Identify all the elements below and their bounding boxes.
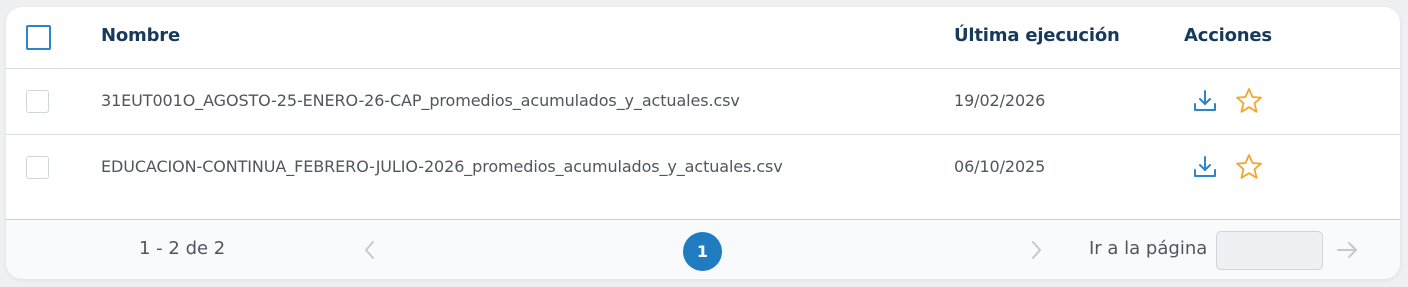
star-icon[interactable]: [1234, 152, 1264, 182]
arrow-right-icon[interactable]: [1335, 238, 1359, 262]
download-icon[interactable]: [1190, 152, 1220, 182]
files-table-card: Nombre Última ejecución Acciones 31EUT00…: [6, 7, 1400, 279]
table-row: EDUCACION-CONTINUA_FEBRERO-JULIO-2026_pr…: [6, 135, 1400, 200]
table-header: Nombre Última ejecución Acciones: [6, 7, 1400, 69]
current-page-button[interactable]: 1: [683, 232, 722, 271]
pagination-bar: 1 - 2 de 2 1 Ir a la página: [6, 219, 1400, 279]
last-run-date: 06/10/2025: [954, 157, 1046, 176]
file-name: EDUCACION-CONTINUA_FEBRERO-JULIO-2026_pr…: [101, 157, 783, 176]
file-name: 31EUT001O_AGOSTO-25-ENERO-26-CAP_promedi…: [101, 91, 740, 110]
column-header-last-run[interactable]: Última ejecución: [954, 25, 1120, 46]
column-header-actions: Acciones: [1184, 25, 1272, 46]
row-checkbox[interactable]: [26, 156, 49, 179]
goto-page-input[interactable]: [1216, 231, 1323, 270]
row-checkbox[interactable]: [26, 90, 49, 113]
star-icon[interactable]: [1234, 86, 1264, 116]
select-all-checkbox[interactable]: [26, 25, 51, 50]
chevron-right-icon[interactable]: [1024, 238, 1048, 262]
download-icon[interactable]: [1190, 86, 1220, 116]
goto-page-label: Ir a la página: [1089, 238, 1208, 259]
table-row: 31EUT001O_AGOSTO-25-ENERO-26-CAP_promedi…: [6, 69, 1400, 135]
pagination-range: 1 - 2 de 2: [139, 238, 226, 259]
last-run-date: 19/02/2026: [954, 91, 1046, 110]
chevron-left-icon[interactable]: [358, 238, 382, 262]
column-header-name[interactable]: Nombre: [101, 25, 180, 46]
